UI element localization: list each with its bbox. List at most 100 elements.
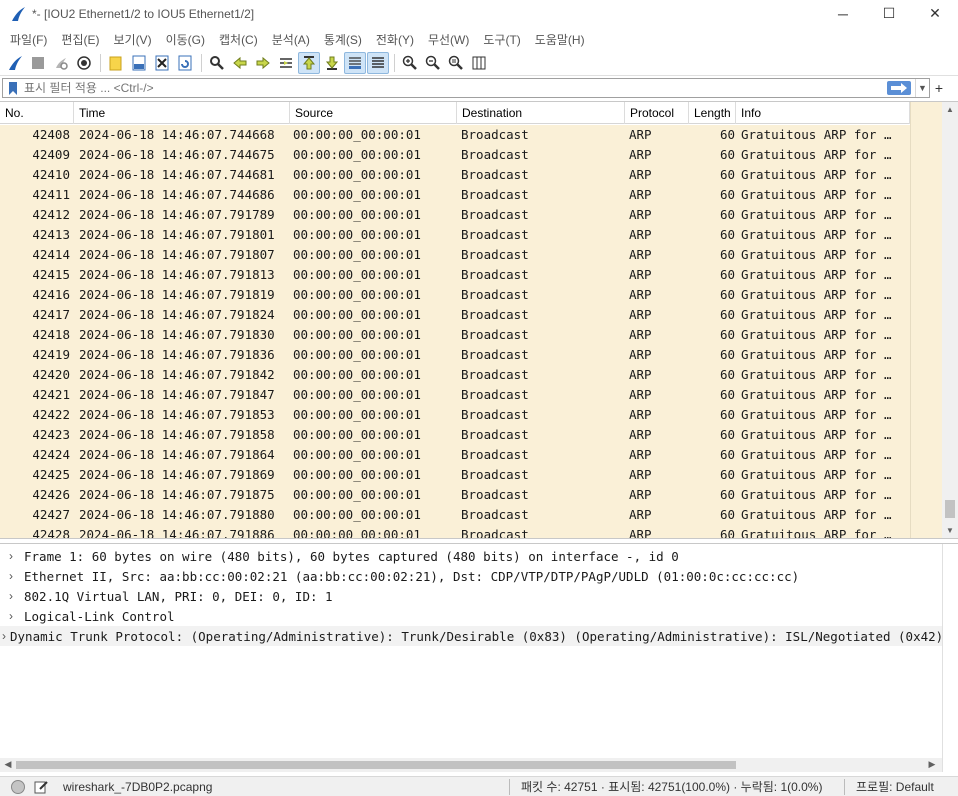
detail-tree-item[interactable]: › Ethernet II, Src: aa:bb:cc:00:02:21 (aa…: [0, 566, 942, 586]
table-row[interactable]: 42423 2024-06-18 14:46:07.791858 00:00:00_…: [0, 425, 910, 445]
menu-telephony[interactable]: 전화(Y): [370, 31, 420, 48]
packet-list-scrollbar[interactable]: ▲ ▼: [942, 102, 958, 538]
restart-capture-button[interactable]: [50, 52, 72, 74]
zoom-in-button[interactable]: [399, 52, 421, 74]
table-row[interactable]: 42425 2024-06-18 14:46:07.791869 00:00:00_…: [0, 465, 910, 485]
packet-details-tree: › Frame 1: 60 bytes on wire (480 bits), 6…: [0, 544, 942, 758]
stop-capture-button[interactable]: [27, 52, 49, 74]
column-destination[interactable]: Destination: [457, 102, 625, 124]
cell-proto: ARP: [629, 227, 652, 242]
table-row[interactable]: 42424 2024-06-18 14:46:07.791864 00:00:00_…: [0, 445, 910, 465]
cell-time: 2024-06-18 14:46:07.791807: [79, 247, 275, 262]
filter-bookmark-button[interactable]: [6, 79, 20, 97]
column-protocol[interactable]: Protocol: [625, 102, 689, 124]
table-row[interactable]: 42412 2024-06-18 14:46:07.791789 00:00:00_…: [0, 205, 910, 225]
table-row[interactable]: 42409 2024-06-18 14:46:07.744675 00:00:00_…: [0, 145, 910, 165]
menu-wireless[interactable]: 무선(W): [422, 31, 475, 48]
scroll-down-icon[interactable]: ▼: [942, 526, 958, 535]
detail-tree-item[interactable]: › Logical-Link Control: [0, 606, 942, 626]
table-row[interactable]: 42421 2024-06-18 14:46:07.791847 00:00:00_…: [0, 385, 910, 405]
table-row[interactable]: 42419 2024-06-18 14:46:07.791836 00:00:00_…: [0, 345, 910, 365]
close-file-button[interactable]: [151, 52, 173, 74]
save-file-button[interactable]: [128, 52, 150, 74]
maximize-button[interactable]: ☐: [866, 0, 912, 27]
table-row[interactable]: 42410 2024-06-18 14:46:07.744681 00:00:00_…: [0, 165, 910, 185]
colorize-button[interactable]: [367, 52, 389, 74]
table-row[interactable]: 42416 2024-06-18 14:46:07.791819 00:00:00_…: [0, 285, 910, 305]
table-row[interactable]: 42413 2024-06-18 14:46:07.791801 00:00:00_…: [0, 225, 910, 245]
menu-help[interactable]: 도움말(H): [529, 31, 591, 48]
find-packet-button[interactable]: [206, 52, 228, 74]
resize-columns-button[interactable]: [468, 52, 490, 74]
zoom-out-button[interactable]: [422, 52, 444, 74]
packet-minimap[interactable]: [910, 102, 942, 538]
go-to-packet-button[interactable]: [275, 52, 297, 74]
expand-chevron-icon[interactable]: ›: [2, 549, 20, 563]
scroll-right-icon[interactable]: ▶: [924, 759, 940, 770]
column-no[interactable]: No.: [0, 102, 74, 124]
cell-info: Gratuitous ARP for …: [741, 207, 892, 222]
menu-edit[interactable]: 편집(E): [55, 31, 105, 48]
expert-info-icon[interactable]: [11, 779, 25, 794]
details-scrollbar[interactable]: [942, 544, 958, 772]
column-time[interactable]: Time: [74, 102, 290, 124]
column-info[interactable]: Info: [736, 102, 910, 124]
detail-tree-item[interactable]: › 802.1Q Virtual LAN, PRI: 0, DEI: 0, ID:…: [0, 586, 942, 606]
expand-chevron-icon[interactable]: ›: [2, 589, 20, 603]
expand-chevron-icon[interactable]: ›: [2, 629, 6, 643]
column-source[interactable]: Source: [290, 102, 457, 124]
profile-selector[interactable]: 프로필: Default: [856, 778, 934, 795]
scrollbar-thumb[interactable]: [16, 761, 736, 769]
expand-chevron-icon[interactable]: ›: [2, 609, 20, 623]
menu-go[interactable]: 이동(G): [160, 31, 211, 48]
display-filter-input[interactable]: [20, 79, 887, 97]
details-horizontal-scrollbar[interactable]: ◀ ▶: [0, 758, 942, 772]
auto-scroll-button[interactable]: [344, 52, 366, 74]
menu-tools[interactable]: 도구(T): [477, 31, 526, 48]
cell-no: 42412: [32, 207, 70, 222]
add-filter-button[interactable]: +: [932, 79, 946, 97]
open-file-button[interactable]: [105, 52, 127, 74]
detail-tree-item[interactable]: › Frame 1: 60 bytes on wire (480 bits), 6…: [0, 546, 942, 566]
table-row[interactable]: 42420 2024-06-18 14:46:07.791842 00:00:00_…: [0, 365, 910, 385]
menu-analyze[interactable]: 분석(A): [266, 31, 316, 48]
table-row[interactable]: 42418 2024-06-18 14:46:07.791830 00:00:00_…: [0, 325, 910, 345]
filter-history-dropdown[interactable]: ▼: [915, 79, 929, 97]
column-length[interactable]: Length: [689, 102, 736, 124]
reload-file-button[interactable]: [174, 52, 196, 74]
table-row[interactable]: 42417 2024-06-18 14:46:07.791824 00:00:00_…: [0, 305, 910, 325]
go-first-packet-button[interactable]: [298, 52, 320, 74]
detail-tree-item[interactable]: › Dynamic Trunk Protocol: (Operating/Admi…: [0, 626, 942, 646]
table-row[interactable]: 42408 2024-06-18 14:46:07.744668 00:00:00_…: [0, 125, 910, 145]
capture-options-button[interactable]: [73, 52, 95, 74]
cell-no: 42423: [32, 427, 70, 442]
expand-chevron-icon[interactable]: ›: [2, 569, 20, 583]
cell-dest: Broadcast: [461, 427, 529, 442]
close-button[interactable]: ✕: [912, 0, 958, 27]
apply-filter-button[interactable]: [887, 81, 911, 95]
table-row[interactable]: 42427 2024-06-18 14:46:07.791880 00:00:00_…: [0, 505, 910, 525]
go-last-packet-button[interactable]: [321, 52, 343, 74]
arrow-right-icon: [256, 56, 270, 70]
menu-capture[interactable]: 캡처(C): [213, 31, 264, 48]
chevron-down-icon: ▼: [918, 83, 927, 93]
go-to-packet-icon: [280, 58, 292, 68]
table-row[interactable]: 42411 2024-06-18 14:46:07.744686 00:00:00_…: [0, 185, 910, 205]
table-row[interactable]: 42422 2024-06-18 14:46:07.791853 00:00:00_…: [0, 405, 910, 425]
capture-comment-button[interactable]: [33, 779, 49, 795]
scroll-up-icon[interactable]: ▲: [942, 105, 958, 114]
go-back-button[interactable]: [229, 52, 251, 74]
zoom-reset-button[interactable]: [445, 52, 467, 74]
scrollbar-thumb[interactable]: [945, 500, 955, 518]
scroll-left-icon[interactable]: ◀: [0, 759, 16, 770]
menu-statistics[interactable]: 통계(S): [318, 31, 368, 48]
table-row[interactable]: 42426 2024-06-18 14:46:07.791875 00:00:00_…: [0, 485, 910, 505]
minimize-button[interactable]: ─: [820, 0, 866, 27]
menu-file[interactable]: 파일(F): [4, 31, 53, 48]
table-row[interactable]: 42415 2024-06-18 14:46:07.791813 00:00:00_…: [0, 265, 910, 285]
go-forward-button[interactable]: [252, 52, 274, 74]
menu-view[interactable]: 보기(V): [107, 31, 157, 48]
start-capture-button[interactable]: [4, 52, 26, 74]
table-row[interactable]: 42414 2024-06-18 14:46:07.791807 00:00:00_…: [0, 245, 910, 265]
table-row[interactable]: 42428 2024-06-18 14:46:07.791886 00:00:00_…: [0, 525, 910, 538]
